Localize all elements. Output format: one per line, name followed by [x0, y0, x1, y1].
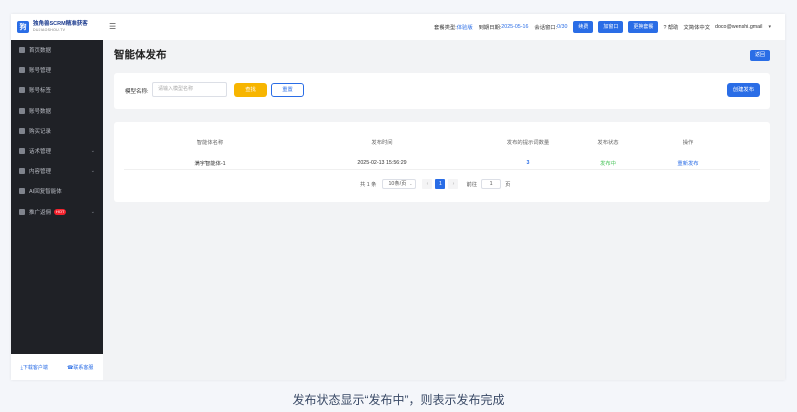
chevron-down-icon: ⌄	[90, 147, 95, 154]
caret-down-icon[interactable]: ▾	[768, 24, 771, 30]
header-action: 操作	[682, 140, 694, 146]
package-value: 体验版	[456, 25, 473, 31]
back-button[interactable]: 返回	[749, 50, 770, 61]
tag-icon	[19, 87, 25, 94]
expire-value: 2025-05-16	[501, 24, 529, 30]
add-window-button[interactable]: 加窗口	[598, 21, 624, 33]
sidebar-footer: ⤓下载客户端 ☎联系客服	[11, 354, 103, 380]
window-label: 会话窗口:	[534, 25, 558, 31]
next-page-button[interactable]: ›	[448, 179, 459, 189]
chevron-down-icon: ⌄	[90, 168, 95, 175]
screenshot-caption: 发布状态显示“发布中”，则表示发布完成	[292, 393, 505, 407]
sidebar-item-purchases[interactable]: 购买记录	[11, 121, 103, 141]
sidebar-item-account-data[interactable]: 账号数据	[11, 101, 103, 121]
header-publish-time: 发布时间	[371, 140, 393, 146]
cell-agent-name: 满宇智能体-1	[194, 160, 226, 167]
logo-subtitle: DUJIAOSHOU.TV	[33, 28, 66, 32]
page-size-select[interactable]: 10条/页 ⌄	[382, 179, 417, 189]
package-label: 套餐类型:	[434, 25, 457, 31]
users-icon	[19, 67, 25, 74]
topbar: ☰ 套餐类型: 体验版 到期日期: 2025-05-16 会话窗口: 0/30 …	[103, 14, 785, 40]
model-name-label: 模型名称:	[125, 89, 149, 95]
total-count: 共 1 条	[360, 182, 377, 188]
sidebar-item-accounts[interactable]: 账号管理	[11, 60, 103, 80]
collapse-menu-icon[interactable]: ☰	[109, 22, 116, 31]
chevron-down-icon: ⌄	[90, 208, 95, 215]
dashboard-icon	[19, 47, 25, 54]
contact-support-link[interactable]: ☎联系客服	[67, 364, 93, 371]
document-icon	[19, 168, 25, 175]
language-switch[interactable]: 文简体中文	[683, 23, 710, 31]
sidebar-item-promotion[interactable]: 推广返佣 HOT ⌄	[11, 202, 103, 222]
sidebar-item-tags[interactable]: 账号标签	[11, 80, 103, 100]
cell-prompt-count[interactable]: 3	[468, 160, 588, 166]
window-value: 0/30	[557, 24, 568, 30]
header-status: 发布状态	[597, 140, 619, 146]
pagination: 共 1 条 10条/页 ⌄ ‹ 1 › 前往 1 页	[360, 179, 510, 189]
header-agent-name: 智能体名称	[196, 140, 224, 146]
main-content: 智能体发布 返回 模型名称: 请输入模型名称 查找 重置 创建发布 智能体名称 …	[103, 40, 785, 380]
expire-label: 到期日期:	[478, 25, 502, 31]
page-unit-label: 页	[505, 182, 511, 188]
page-title: 智能体发布	[114, 49, 167, 61]
model-name-input[interactable]: 请输入模型名称	[152, 82, 227, 97]
goto-label: 前往	[466, 182, 478, 188]
search-button[interactable]: 查找	[234, 83, 267, 97]
help-link[interactable]: ? 帮助	[663, 23, 678, 31]
search-panel: 模型名称: 请输入模型名称 查找 重置 创建发布	[114, 73, 770, 109]
cart-icon	[19, 127, 25, 134]
reset-button[interactable]: 重置	[271, 83, 304, 97]
chart-icon	[19, 107, 25, 114]
download-client-link[interactable]: ⤓下载客户端	[21, 364, 48, 371]
sidebar: 狗 独角兽SCRM精准获客 DUJIAOSHOU.TV 首页数据 账号管理 账号…	[11, 14, 103, 380]
goto-page-input[interactable]: 1	[481, 179, 502, 189]
prev-page-button[interactable]: ‹	[422, 179, 433, 189]
sidebar-item-content[interactable]: 内容管理 ⌄	[11, 161, 103, 181]
app-window: 狗 独角兽SCRM精准获客 DUJIAOSHOU.TV 首页数据 账号管理 账号…	[11, 14, 785, 380]
help-icon: ?	[663, 25, 667, 31]
table-row: 满宇智能体-1 2025-02-13 15:56:29 3 发布中 重新发布	[124, 156, 760, 170]
table-header: 智能体名称 发布时间 发布的提示词数量 发布状态 操作	[124, 138, 760, 146]
sidebar-item-home[interactable]: 首页数据	[11, 40, 103, 60]
robot-icon	[19, 188, 25, 195]
header-prompt-count: 发布的提示词数量	[506, 140, 550, 146]
republish-link[interactable]: 重新发布	[628, 159, 748, 167]
sidebar-menu: 首页数据 账号管理 账号标签 账号数据 购买记录 话术管理 ⌄ 内容管理 ⌄ AI回…	[11, 40, 103, 222]
cell-status: 发布中	[600, 160, 616, 167]
user-account[interactable]: doco@wenshi.gmail	[715, 24, 762, 30]
chevron-down-icon: ⌄	[409, 181, 413, 186]
sidebar-item-scripts[interactable]: 话术管理 ⌄	[11, 141, 103, 161]
logo: 狗 独角兽SCRM精准获客 DUJIAOSHOU.TV	[11, 14, 103, 40]
publish-table: 智能体名称 发布时间 发布的提示词数量 发布状态 操作 满宇智能体-1 2025…	[114, 122, 770, 202]
gift-icon	[19, 208, 25, 215]
renew-button[interactable]: 续费	[573, 21, 594, 33]
sidebar-item-ai-agent[interactable]: AI回复智能体	[11, 181, 103, 201]
create-publish-button[interactable]: 创建发布	[726, 83, 760, 97]
change-plan-button[interactable]: 更换套餐	[628, 21, 659, 33]
hot-badge: HOT	[54, 208, 67, 215]
page-1-button[interactable]: 1	[435, 179, 446, 189]
logo-icon: 狗	[17, 21, 29, 33]
message-icon	[19, 148, 25, 155]
cell-publish-time: 2025-02-13 15:56:29	[357, 159, 407, 166]
